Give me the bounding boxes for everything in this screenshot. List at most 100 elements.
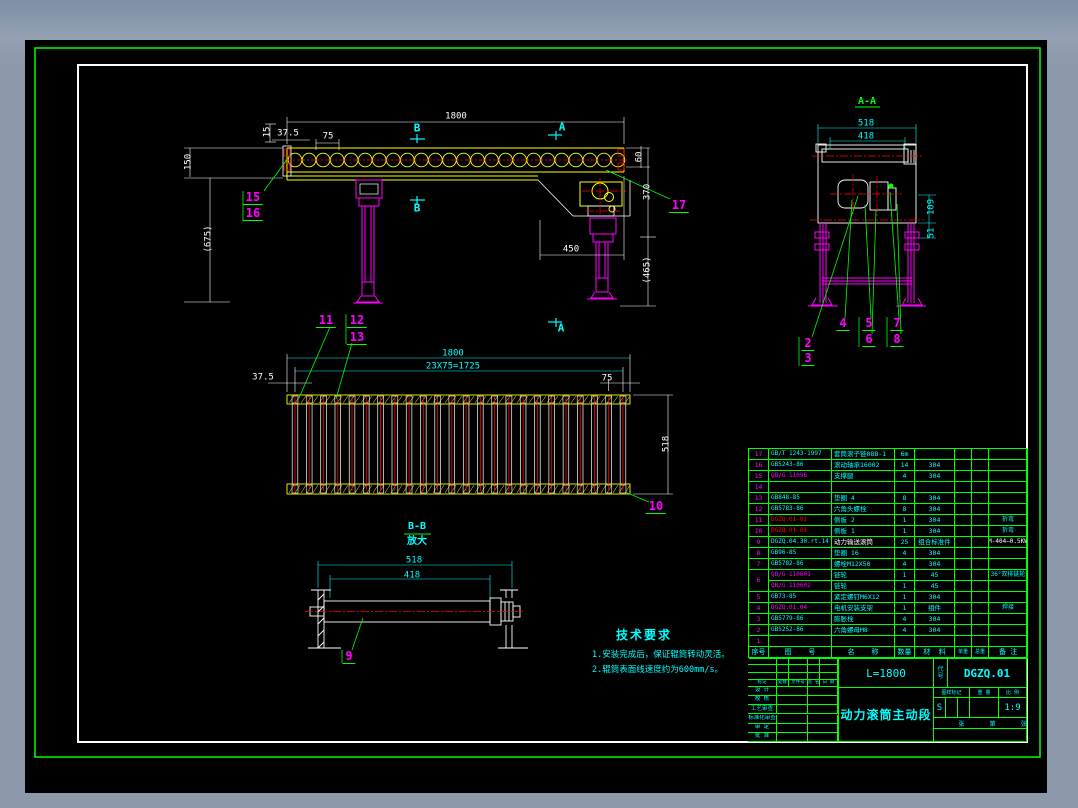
sign-cell	[808, 714, 838, 724]
sign-header: 日 期	[820, 680, 838, 687]
bom-no: 5	[749, 592, 769, 603]
bom-name: 链轮	[832, 570, 895, 581]
dim-label-15: 15	[262, 126, 273, 138]
bom-unit-weight	[955, 570, 972, 581]
sign-row-label: 设 计	[748, 687, 777, 697]
bom-remark	[989, 636, 1028, 647]
bom-no: 10	[749, 526, 769, 537]
bom-unit-weight	[955, 482, 972, 493]
balloon-10: 10	[645, 500, 667, 514]
sign-row-label: 标准化审查	[748, 714, 777, 724]
bom-code: DGZQ.04.30.rt.14	[769, 537, 832, 548]
bom-total-weight	[972, 570, 989, 581]
revision-cell	[820, 672, 838, 680]
drawing-title: 动力滚筒主动段	[838, 687, 934, 742]
title-block-signature-grid: 标记 处数 文件号签 名日 期设 计校 核工艺审查 标准化审查审 定批 准	[748, 658, 838, 742]
bom-qty: 8	[895, 493, 915, 504]
sign-row-label: 校 核	[748, 696, 777, 706]
balloon-12: 12	[346, 314, 368, 328]
bom-total-weight	[972, 504, 989, 515]
bom-unit-weight	[955, 625, 972, 636]
bom-qty: 25	[895, 537, 915, 548]
section-letter-A: A	[558, 120, 566, 134]
bom-remark	[989, 625, 1028, 636]
bom-unit-weight	[955, 537, 972, 548]
dim-label-75: 75	[322, 131, 334, 142]
bom-code	[769, 482, 832, 493]
bom-material: 304	[915, 471, 955, 482]
sign-cell	[777, 687, 808, 697]
dim-label-1800: 1800	[445, 111, 467, 122]
revision-cell	[748, 658, 777, 666]
sign-cell	[808, 723, 838, 733]
revision-cell	[789, 658, 808, 666]
bom-no: 6	[749, 570, 769, 592]
revision-cell	[777, 672, 789, 680]
sign-header: 标记	[748, 680, 777, 687]
bom-name: 六角头螺栓	[832, 504, 895, 515]
balloon-13: 13	[346, 331, 368, 345]
bom-unit-weight	[955, 581, 972, 592]
bom-no: 7	[749, 559, 769, 570]
bom-total-weight	[972, 537, 989, 548]
bom-material: 304	[915, 515, 955, 526]
bom-no: 1	[749, 636, 769, 647]
bom-qty: 4	[895, 559, 915, 570]
sign-cell	[808, 696, 838, 706]
bom-remark: M-404—0.5KW	[989, 537, 1028, 548]
bom-name: 动力输送滚筒	[832, 537, 895, 548]
bom-name: 支撑腿	[832, 471, 895, 482]
dim-label-37.5: 37.5	[252, 372, 274, 383]
bom-unit-weight	[955, 548, 972, 559]
balloon-17: 17	[668, 199, 690, 213]
bom-total-weight	[972, 581, 989, 592]
section-letter-B: B	[413, 121, 421, 135]
dim-label-37.5: 37.5	[277, 128, 299, 139]
bom-qty: 1	[895, 526, 915, 537]
bom-material	[915, 482, 955, 493]
bom-code: DGZQ.01-01	[769, 526, 832, 537]
bom-material: 304	[915, 460, 955, 471]
bom-code: DGZQ.01.04	[769, 603, 832, 614]
bom-total-weight	[972, 625, 989, 636]
bom-qty	[895, 636, 915, 647]
sheet-extra-row	[933, 728, 1027, 742]
bom-unit-weight	[955, 614, 972, 625]
bom-name: 电机安装支架	[832, 603, 895, 614]
bom-code: DGZQ.01-02	[769, 515, 832, 526]
sign-cell	[808, 732, 838, 742]
bom-no: 4	[749, 603, 769, 614]
balloon-3: 3	[801, 352, 815, 366]
bom-unit-weight	[955, 460, 972, 471]
sign-header: 文件号	[789, 680, 808, 687]
bom-code: GB5252-86	[769, 625, 832, 636]
dim-label-75: 75	[601, 373, 613, 384]
dim-label-(675): (675)	[203, 225, 214, 253]
bom-no: 2	[749, 625, 769, 636]
bom-unit-weight	[955, 526, 972, 537]
bom-material: 304	[915, 592, 955, 603]
balloon-16: 16	[242, 207, 264, 221]
cad-viewer-screen: 1800 15 37.5 75 150 (675) 60 370 (465) 450 37.5 75 5…	[0, 0, 1078, 808]
bom-total-weight	[972, 559, 989, 570]
dim-label-51: 51	[926, 227, 937, 239]
bom-unit-weight	[955, 636, 972, 647]
dim-label-418: 418	[857, 131, 875, 142]
sign-cell	[777, 705, 808, 715]
bom-name: 侧板 1	[832, 526, 895, 537]
bom-name: 膨胀栓	[832, 614, 895, 625]
section-letter-B: B	[413, 201, 421, 215]
dim-label-60: 60	[634, 151, 645, 163]
revision-cell	[808, 658, 820, 666]
bom-code	[769, 636, 832, 647]
bom-no: 13	[749, 493, 769, 504]
bom-remark: 折弯	[989, 526, 1028, 537]
scale-value: 1:9	[998, 697, 1027, 718]
balloon-15: 15	[242, 191, 264, 205]
bom-no: 17	[749, 449, 769, 460]
bom-no: 3	[749, 614, 769, 625]
bom-no: 8	[749, 548, 769, 559]
bom-material: 304	[915, 526, 955, 537]
bom-name: 螺栓M12X50	[832, 559, 895, 570]
dim-label-109: 109	[926, 198, 937, 216]
